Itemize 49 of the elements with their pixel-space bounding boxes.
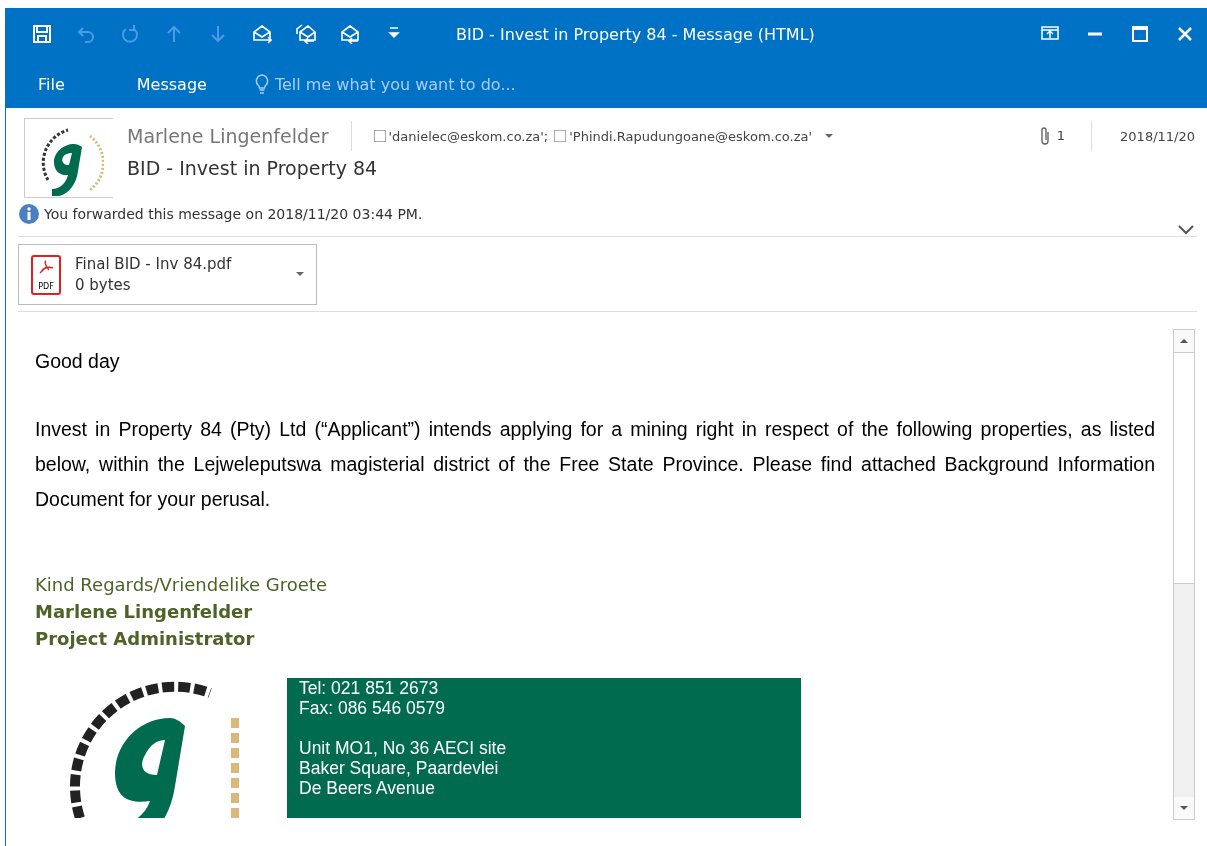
sender-name[interactable]: Marlene Lingenfelder: [127, 121, 352, 151]
redo-icon: [120, 24, 140, 44]
recipient-address[interactable]: 'Phindi.Rapudungoane@eskom.co.za': [569, 128, 813, 144]
window-title: BID - Invest in Property 84 - Message (HTML): [455, 24, 816, 44]
contact-checkbox-icon: [373, 130, 386, 142]
ribbon-display-icon: [1040, 25, 1059, 43]
envelope-reply-icon: [340, 24, 360, 44]
contact-line: Baker Square, Paardevlei: [299, 758, 500, 778]
contact-line: Tel: 021 851 2673: [299, 678, 440, 698]
attachment-size: 0 bytes: [75, 274, 132, 296]
minimize-icon: [1087, 32, 1102, 36]
signature-name: Marlene Lingenfelder: [35, 600, 254, 624]
pdf-label: PDF: [38, 281, 54, 291]
attachment-item[interactable]: PDF Final BID - Inv 84.pdf 0 bytes: [18, 244, 317, 305]
body-paragraph: Good day: [35, 349, 121, 374]
tell-me-search[interactable]: Tell me what you want to do...: [250, 70, 520, 98]
paperclip-icon: [1038, 126, 1051, 146]
scrollbar[interactable]: [1173, 329, 1195, 820]
ribbon-tab[interactable]: Message: [122, 68, 221, 100]
signature-closing: Kind Regards/Vriendelike Groete: [35, 573, 328, 597]
info-icon: [18, 203, 40, 225]
undo-icon: [76, 24, 96, 44]
contact-checkbox-icon: [554, 130, 567, 142]
save-icon: [32, 24, 52, 44]
attachment-name: Final BID - Inv 84.pdf: [75, 253, 233, 275]
contact-line: Unit MO1, No 36 AECI site: [299, 738, 508, 758]
envelope-forward-icon: [252, 24, 272, 44]
dropdown-caret-icon[interactable]: [824, 133, 835, 139]
recipient-address[interactable]: 'danielec@eskom.co.za';: [388, 128, 549, 144]
maximize-icon: [1130, 25, 1149, 43]
forwarded-notice: You forwarded this message on 2018/11/20 03:44 PM.: [44, 206, 423, 222]
expand-chevron-icon[interactable]: [1177, 224, 1195, 236]
close-icon: [1175, 25, 1194, 43]
envelope-reply-all-icon: [296, 24, 316, 44]
ribbon-tab[interactable]: File: [24, 68, 79, 100]
scroll-up-arrow-icon[interactable]: [1179, 338, 1189, 344]
attachment-count: 1: [1056, 127, 1066, 145]
message-date: 2018/11/20: [1120, 128, 1195, 144]
lightbulb-icon: [254, 74, 269, 94]
acrobat-swirl-icon: [38, 259, 54, 274]
tell-me-placeholder: Tell me what you want to do...: [274, 74, 516, 94]
body-paragraph: Invest in Property 84 (Pty) Ltd (“Applicant”) intends applying for a mining right in respect of the following properties, as listed below, within the Lejweleputswa magisterial district of the Free State Province. Please find attached Background Information Document for your perusal.: [35, 417, 1155, 512]
signature-title: Project Administrator: [35, 627, 256, 651]
contact-line: Fax: 086 546 0579: [299, 698, 446, 718]
dropdown-caret-icon[interactable]: [296, 272, 304, 277]
down-arrow-icon: [208, 24, 228, 44]
scroll-down-arrow-icon[interactable]: [1179, 805, 1189, 811]
contact-line: De Beers Avenue: [299, 778, 436, 798]
message-subject: BID - Invest in Property 84: [127, 157, 379, 179]
